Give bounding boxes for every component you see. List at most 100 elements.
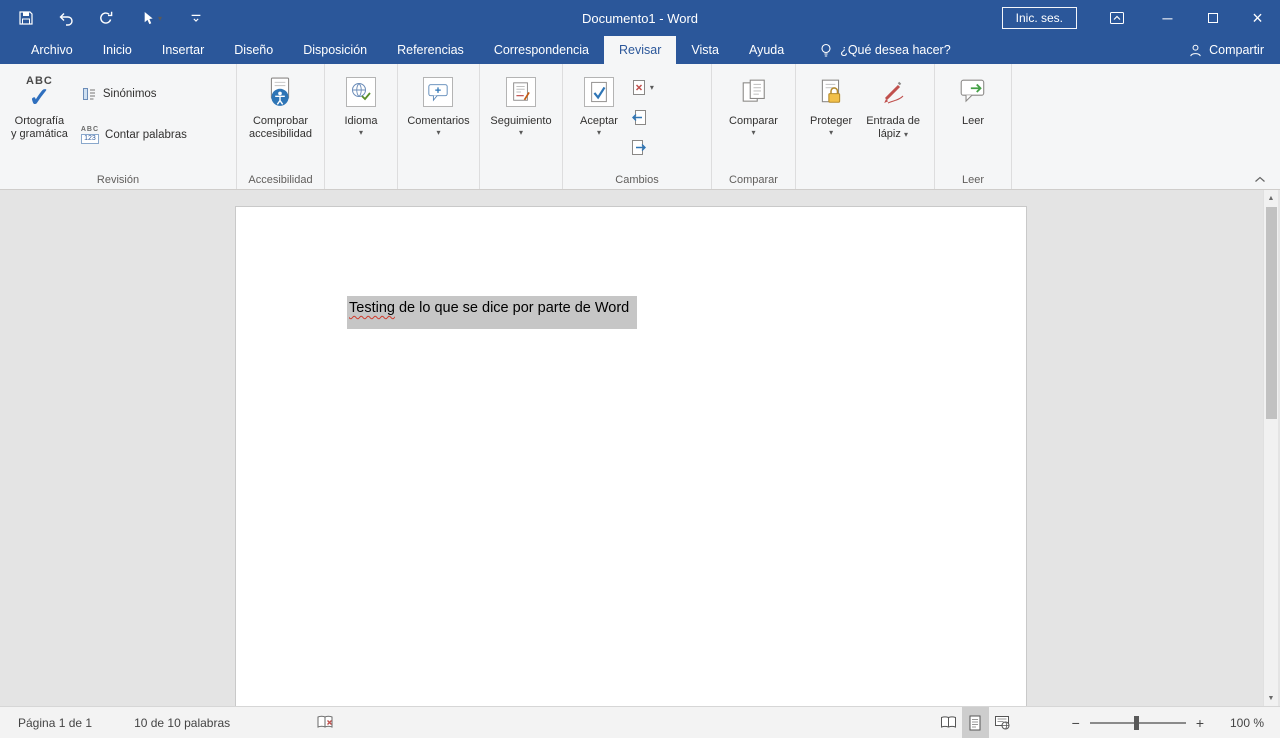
- thesaurus-icon: [81, 86, 97, 102]
- share-button[interactable]: Compartir: [1188, 36, 1264, 64]
- redo-button[interactable]: [94, 6, 118, 30]
- scrollbar-thumb[interactable]: [1266, 207, 1277, 419]
- group-cambios: Aceptar ▾ ▾ Cambios: [563, 64, 712, 189]
- redo-icon: [98, 10, 114, 26]
- undo-button[interactable]: [54, 6, 78, 30]
- word-count-button[interactable]: ABC 123 Contar palabras: [77, 124, 191, 146]
- comments-label: Comentarios: [407, 115, 470, 127]
- maximize-icon: [1207, 13, 1218, 23]
- previous-change-button[interactable]: [629, 108, 656, 127]
- chevron-down-icon: ▾: [649, 83, 654, 92]
- compare-label: Comparar: [729, 115, 778, 127]
- next-change-button[interactable]: [629, 138, 656, 157]
- tell-me-box[interactable]: ¿Qué desea hacer?: [819, 36, 951, 64]
- collapse-ribbon-button[interactable]: [1254, 176, 1266, 183]
- group-idioma: Idioma ▾: [325, 64, 398, 189]
- tab-insertar[interactable]: Insertar: [147, 36, 219, 64]
- zoom-in-icon: +: [1195, 714, 1204, 731]
- ribbon-display-options-button[interactable]: [1103, 10, 1131, 26]
- tab-revisar[interactable]: Revisar: [604, 36, 677, 64]
- word-count-status[interactable]: 10 de 10 palabras: [124, 707, 240, 738]
- protect-button[interactable]: Proteger ▾: [807, 69, 855, 143]
- lightbulb-icon: [819, 43, 833, 58]
- compare-button[interactable]: Comparar ▾: [726, 69, 781, 139]
- check-accessibility-button[interactable]: Comprobar accesibilidad: [246, 69, 315, 143]
- ribbon: ABC ✓ Ortografía y gramática Sinónimos A…: [0, 64, 1280, 190]
- ribbon-tabs: Archivo Inicio Insertar Diseño Disposici…: [0, 36, 1280, 64]
- document-area: Testing de lo que se dice por parte de W…: [0, 190, 1280, 706]
- read-mode-icon: [940, 716, 957, 729]
- save-button[interactable]: [14, 6, 38, 30]
- zoom-slider[interactable]: [1089, 715, 1186, 730]
- proofing-status-button[interactable]: [306, 707, 345, 738]
- close-button[interactable]: ×: [1235, 0, 1280, 36]
- titlebar-right: Inic. ses. ─ ×: [1001, 0, 1280, 36]
- cursor-icon: [140, 11, 155, 26]
- tracking-button[interactable]: Seguimiento ▾: [487, 69, 554, 139]
- read-label: Leer: [961, 115, 985, 127]
- print-layout-icon: [968, 715, 982, 731]
- web-layout-view-button[interactable]: [989, 707, 1016, 738]
- tracking-label: Seguimiento: [490, 115, 552, 127]
- chevron-down-icon: ▾: [829, 128, 834, 137]
- word-window: ▾ Documento1 - Word Inic. ses. ─ × Archi…: [0, 0, 1280, 738]
- tab-archivo[interactable]: Archivo: [16, 36, 88, 64]
- paragraph-text[interactable]: de lo que se dice por parte de Word: [395, 300, 629, 316]
- touch-mouse-mode-button[interactable]: ▾: [134, 6, 168, 30]
- thesaurus-button[interactable]: Sinónimos: [77, 84, 191, 104]
- zoom-out-button[interactable]: −: [1072, 715, 1080, 731]
- next-change-icon: [631, 139, 647, 156]
- person-icon: [1188, 43, 1203, 58]
- scroll-down-button[interactable]: ▼: [1264, 690, 1278, 706]
- minimize-button[interactable]: ─: [1145, 0, 1190, 36]
- group-seguimiento: Seguimiento ▾: [480, 64, 563, 189]
- misspelled-word[interactable]: Testing: [349, 300, 395, 316]
- tab-correspondencia[interactable]: Correspondencia: [479, 36, 604, 64]
- tab-ayuda[interactable]: Ayuda: [734, 36, 799, 64]
- track-changes-icon: [506, 77, 536, 107]
- proofing-error-icon: [316, 715, 335, 730]
- accept-button[interactable]: Aceptar ▾: [577, 69, 621, 157]
- zoom-level[interactable]: 100 %: [1218, 716, 1264, 730]
- zoom-slider-thumb[interactable]: [1133, 715, 1139, 730]
- protect-icon: [818, 73, 844, 111]
- thesaurus-label: Sinónimos: [102, 88, 157, 100]
- accessibility-label-line1: Comprobar: [252, 115, 308, 127]
- scroll-up-button[interactable]: ▲: [1264, 190, 1278, 206]
- group-label-leer: Leer: [961, 174, 985, 186]
- ink-button[interactable]: Entrada de lápiz ▾: [863, 69, 923, 143]
- accept-icon: [583, 77, 614, 107]
- read-mode-view-button[interactable]: [935, 707, 962, 738]
- group-revision: ABC ✓ Ortografía y gramática Sinónimos A…: [0, 64, 237, 189]
- group-label-revision: Revisión: [96, 174, 140, 186]
- sign-in-button[interactable]: Inic. ses.: [1001, 7, 1077, 29]
- minimize-icon: ─: [1162, 10, 1173, 26]
- tab-vista[interactable]: Vista: [676, 36, 734, 64]
- reject-button[interactable]: ▾: [629, 78, 656, 97]
- document-page[interactable]: Testing de lo que se dice por parte de W…: [235, 206, 1027, 706]
- language-button[interactable]: Idioma ▾: [341, 69, 380, 139]
- customize-quick-access-button[interactable]: [184, 6, 208, 30]
- undo-icon: [58, 10, 74, 26]
- group-accesibilidad: Comprobar accesibilidad Accesibilidad: [237, 64, 325, 189]
- spelling-grammar-button[interactable]: ABC ✓ Ortografía y gramática: [8, 69, 71, 146]
- save-icon: [18, 10, 34, 26]
- read-aloud-button[interactable]: Leer: [955, 69, 991, 130]
- word-count-label: Contar palabras: [105, 129, 187, 141]
- comments-button[interactable]: Comentarios ▾: [404, 69, 472, 139]
- selected-text[interactable]: Testing de lo que se dice por parte de W…: [347, 296, 638, 329]
- page-number-status[interactable]: Página 1 de 1: [8, 707, 102, 738]
- tab-disposicion[interactable]: Disposición: [288, 36, 382, 64]
- zoom-in-button[interactable]: +: [1196, 715, 1204, 731]
- tab-diseno[interactable]: Diseño: [219, 36, 288, 64]
- print-layout-view-button[interactable]: [961, 706, 989, 738]
- group-label-comparar: Comparar: [729, 174, 778, 186]
- vertical-scrollbar[interactable]: ▲ ▼: [1263, 190, 1278, 706]
- zoom-out-icon: −: [1071, 714, 1080, 731]
- spelling-grammar-icon: ABC ✓: [26, 75, 53, 112]
- tab-referencias[interactable]: Referencias: [382, 36, 479, 64]
- ink-label-line2: lápiz: [878, 128, 901, 140]
- maximize-button[interactable]: [1190, 0, 1235, 36]
- accept-label: Aceptar: [580, 115, 618, 127]
- tab-inicio[interactable]: Inicio: [88, 36, 147, 64]
